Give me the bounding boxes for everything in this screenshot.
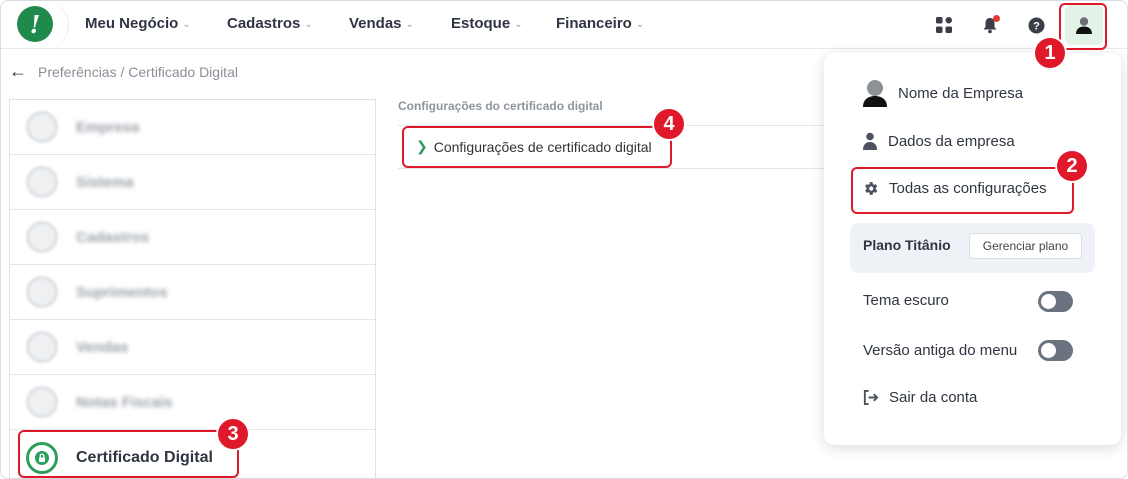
settings-menu: Empresa Sistema Cadastros Suprimentos Ve…: [9, 99, 376, 478]
section-title: Configurações do certificado digital: [398, 99, 603, 113]
logo-area: !: [1, 1, 69, 49]
settings-item-sistema[interactable]: Sistema: [10, 155, 375, 210]
company-name: Nome da Empresa: [898, 84, 1024, 102]
annotation-number-4: 4: [652, 107, 686, 141]
annotation-box-3: [18, 430, 239, 478]
apps-grid-icon[interactable]: [933, 14, 955, 36]
nav-financeiro[interactable]: Financeiro ⌄: [556, 15, 644, 32]
annotation-number-2: 2: [1055, 149, 1089, 183]
settings-item-notas-fiscais[interactable]: Notas Fiscais: [10, 375, 375, 430]
settings-item-suprimentos[interactable]: Suprimentos: [10, 265, 375, 320]
old-menu-toggle[interactable]: [1038, 340, 1073, 361]
dark-theme-toggle[interactable]: [1038, 291, 1073, 312]
settings-item-label: Notas Fiscais: [76, 393, 173, 411]
logout-icon: [863, 389, 879, 406]
nav-label: Meu Negócio: [85, 15, 179, 32]
chevron-down-icon: ⌄: [635, 19, 645, 30]
annotation-box-4: [402, 126, 672, 168]
nav-estoque[interactable]: Estoque ⌄: [451, 15, 523, 32]
annotation-box-2: [851, 167, 1074, 214]
logout-label: Sair da conta: [889, 389, 978, 406]
nav-meu-negocio[interactable]: Meu Negócio ⌄: [85, 15, 191, 32]
company-data-item[interactable]: Dados da empresa: [862, 132, 1015, 150]
old-menu-label: Versão antiga do menu: [863, 342, 1018, 359]
logout-item[interactable]: Sair da conta: [862, 389, 977, 406]
top-navbar: ! Meu Negócio ⌄ Cadastros ⌄ Vendas ⌄ Est…: [1, 1, 1127, 49]
company-data-label: Dados da empresa: [888, 132, 1015, 150]
manage-plan-button[interactable]: Gerenciar plano: [969, 233, 1082, 259]
bell-icon[interactable]: [979, 14, 1001, 36]
nav-vendas[interactable]: Vendas ⌄: [349, 15, 414, 32]
help-icon[interactable]: ?: [1025, 14, 1047, 36]
settings-item-cadastros[interactable]: Cadastros: [10, 210, 375, 265]
notification-dot: [993, 15, 1000, 22]
company-avatar-icon: [863, 80, 887, 107]
chevron-down-icon: ⌄: [514, 19, 523, 30]
company-header: Nome da Empresa: [862, 79, 1023, 107]
chevron-down-icon: ⌄: [182, 19, 191, 30]
annotation-box-1: [1059, 3, 1107, 50]
breadcrumb: Preferências / Certificado Digital: [38, 64, 238, 80]
chevron-down-icon: ⌄: [304, 19, 313, 30]
nav-label: Vendas: [349, 15, 402, 32]
settings-item-label: Vendas: [76, 338, 129, 356]
settings-item-label: Cadastros: [76, 228, 150, 246]
suprimentos-icon: [26, 276, 58, 308]
annotation-number-1: 1: [1033, 36, 1067, 70]
settings-item-empresa[interactable]: Empresa: [10, 100, 375, 155]
chevron-down-icon: ⌄: [405, 19, 414, 30]
nav-label: Financeiro: [556, 15, 632, 32]
sistema-icon: [26, 166, 58, 198]
settings-item-label: Empresa: [76, 118, 140, 136]
nav-cadastros[interactable]: Cadastros ⌄: [227, 15, 313, 32]
vendas-icon: [26, 331, 58, 363]
back-arrow-icon[interactable]: ←: [9, 61, 27, 82]
nav-label: Estoque: [451, 15, 511, 32]
plan-box: Plano Titânio Gerenciar plano: [850, 223, 1095, 273]
person-icon: [863, 132, 877, 150]
settings-item-vendas[interactable]: Vendas: [10, 320, 375, 375]
user-dropdown: Nome da Empresa Dados da empresa Todas a…: [824, 53, 1121, 445]
settings-item-label: Suprimentos: [76, 283, 168, 301]
svg-text:?: ?: [1033, 20, 1040, 32]
app-logo[interactable]: !: [17, 6, 53, 42]
plan-name: Plano Titânio: [863, 237, 951, 253]
app-window: ! Meu Negócio ⌄ Cadastros ⌄ Vendas ⌄ Est…: [0, 0, 1128, 479]
dark-theme-label: Tema escuro: [863, 292, 949, 309]
empresa-icon: [26, 111, 58, 143]
annotation-number-3: 3: [216, 417, 250, 451]
notas-fiscais-icon: [26, 386, 58, 418]
nav-label: Cadastros: [227, 15, 301, 32]
cadastros-icon: [26, 221, 58, 253]
settings-item-label: Sistema: [76, 173, 134, 191]
